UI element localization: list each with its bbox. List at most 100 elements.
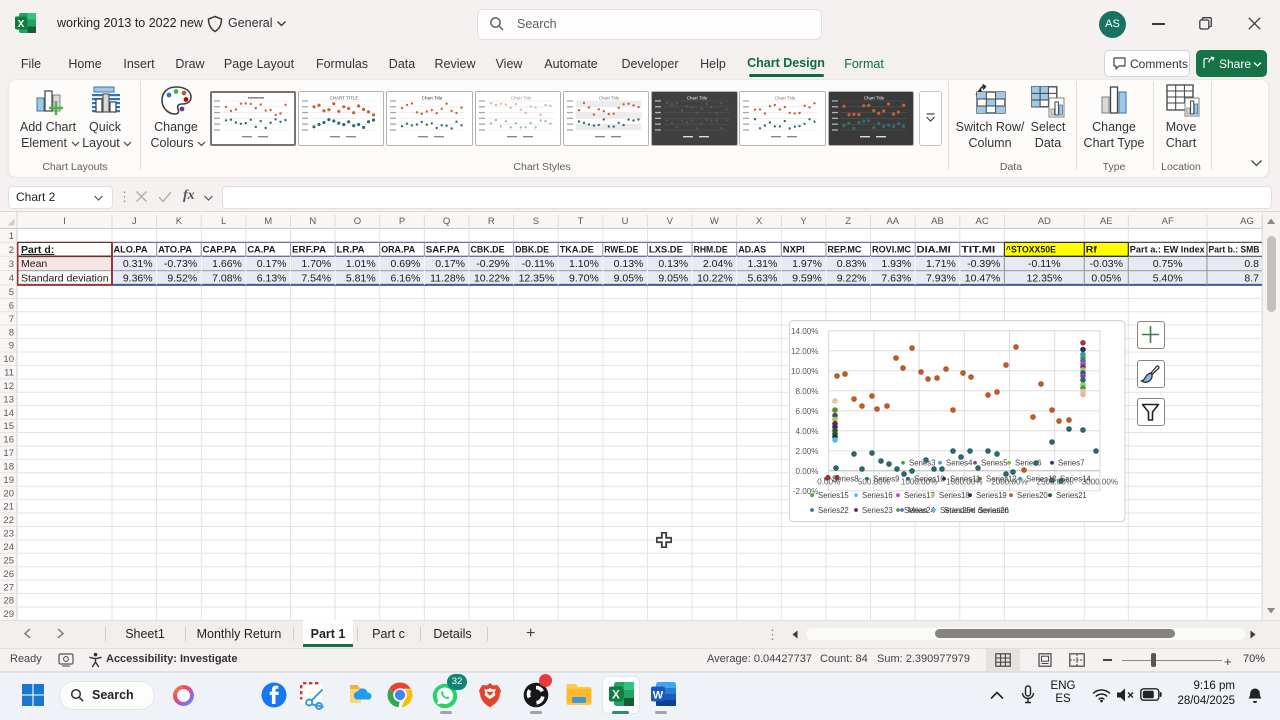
svg-text:TIT.MI: TIT.MI [961, 245, 995, 255]
svg-text:CA.PA: CA.PA [247, 245, 275, 255]
svg-text:AF: AF [1162, 216, 1174, 227]
svg-text:4.00%: 4.00% [796, 427, 819, 436]
svg-text:12.35%: 12.35% [519, 273, 555, 285]
svg-text:X: X [756, 216, 763, 227]
svg-text:9.05%: 9.05% [658, 273, 688, 285]
svg-text:0.17%: 0.17% [257, 258, 287, 270]
svg-text:0.13%: 0.13% [614, 258, 644, 270]
svg-text:23: 23 [3, 529, 14, 540]
svg-text:0.83%: 0.83% [837, 258, 867, 270]
svg-text:-0.39%: -0.39% [967, 258, 1000, 270]
svg-text:Mean: Mean [21, 258, 47, 270]
svg-text:9.36%: 9.36% [123, 273, 153, 285]
svg-text:Chart Title: Chart Title [775, 96, 796, 101]
svg-text:AA: AA [886, 216, 899, 227]
svg-text:11.28%: 11.28% [430, 273, 465, 285]
svg-text:-0.11%: -0.11% [522, 258, 555, 270]
svg-text:AE: AE [1100, 216, 1113, 227]
svg-text:20: 20 [3, 488, 14, 499]
svg-text:AG: AG [1240, 216, 1254, 227]
svg-text:LXS.DE: LXS.DE [649, 245, 683, 255]
svg-text:22: 22 [3, 515, 14, 526]
svg-text:V: V [667, 216, 674, 227]
svg-text:4: 4 [9, 273, 14, 284]
svg-text:8.00%: 8.00% [796, 387, 819, 396]
svg-text:0.00%: 0.00% [796, 467, 819, 476]
svg-text:Series4: Series4 [946, 459, 973, 468]
svg-text:CBK.DE: CBK.DE [471, 245, 505, 255]
svg-text:DIA.MI: DIA.MI [917, 245, 951, 255]
svg-text:X: X [18, 19, 25, 30]
svg-text:Series17: Series17 [904, 491, 935, 500]
svg-text:0.05%: 0.05% [1091, 273, 1121, 285]
svg-text:6.00%: 6.00% [796, 407, 819, 416]
svg-text:Rf: Rf [1086, 245, 1098, 255]
svg-text:14: 14 [3, 408, 14, 419]
svg-text:S: S [533, 216, 539, 227]
svg-text:Series20: Series20 [1017, 491, 1048, 500]
svg-text:1.31%: 1.31% [748, 258, 778, 270]
svg-text:24: 24 [3, 542, 14, 553]
svg-text:-0.73%: -0.73% [164, 258, 197, 270]
svg-text:6.16%: 6.16% [391, 273, 421, 285]
svg-text:-0.03%: -0.03% [1090, 258, 1123, 270]
svg-text:1.97%: 1.97% [792, 258, 822, 270]
svg-text:Z: Z [845, 216, 851, 227]
svg-text:DBK.DE: DBK.DE [515, 245, 549, 255]
svg-text:16: 16 [3, 435, 14, 446]
svg-text:R: R [488, 216, 495, 227]
svg-text:3: 3 [9, 259, 14, 270]
svg-text:10.00%: 10.00% [791, 367, 818, 376]
svg-text:19: 19 [3, 475, 14, 486]
svg-text:AD: AD [1038, 216, 1051, 227]
svg-text:Chart Title: Chart Title [599, 96, 620, 101]
svg-text:LR.PA: LR.PA [337, 245, 365, 255]
svg-text:28: 28 [3, 596, 14, 607]
svg-text:8: 8 [9, 327, 14, 338]
svg-text:O: O [354, 216, 361, 227]
svg-text:ORA.PA: ORA.PA [381, 245, 415, 255]
svg-text:Series21: Series21 [1056, 491, 1087, 500]
svg-text:W: W [653, 690, 664, 702]
svg-text:ATO.PA: ATO.PA [158, 245, 192, 255]
svg-text:Mean: Mean [908, 506, 928, 515]
svg-text:SAF.PA: SAF.PA [426, 245, 460, 255]
svg-text:M: M [264, 216, 272, 227]
svg-text:ROVI.MC: ROVI.MC [872, 245, 911, 255]
svg-text:7.08%: 7.08% [212, 273, 242, 285]
svg-text:L: L [221, 216, 226, 227]
svg-text:26: 26 [3, 569, 14, 580]
svg-text:Series19: Series19 [976, 491, 1007, 500]
svg-text:10.22%: 10.22% [697, 273, 733, 285]
svg-text:I: I [63, 216, 66, 227]
svg-text:17: 17 [3, 448, 14, 459]
svg-text:Y: Y [800, 216, 807, 227]
svg-text:21: 21 [3, 502, 14, 513]
svg-text:CHART TITLE: CHART TITLE [330, 96, 359, 101]
svg-text:10.47%: 10.47% [965, 273, 1001, 285]
svg-text:Series7: Series7 [1058, 459, 1084, 468]
svg-text:1.70%: 1.70% [301, 258, 331, 270]
svg-text:1.71%: 1.71% [926, 258, 956, 270]
svg-text:Series10: Series10 [914, 475, 945, 484]
svg-text:9.59%: 9.59% [792, 273, 822, 285]
svg-text:9.52%: 9.52% [167, 273, 197, 285]
svg-text:9: 9 [9, 341, 14, 352]
svg-text:Chart Title: Chart Title [863, 96, 884, 101]
svg-text:Series18: Series18 [939, 491, 970, 500]
svg-text:0.17%: 0.17% [435, 258, 465, 270]
svg-text:0.75%: 0.75% [1153, 258, 1183, 270]
svg-text:-2.00%: -2.00% [793, 487, 819, 496]
svg-text:9.05%: 9.05% [614, 273, 644, 285]
svg-text:10: 10 [3, 354, 14, 365]
svg-text:7.93%: 7.93% [926, 273, 956, 285]
svg-text:RHM.DE: RHM.DE [694, 245, 728, 255]
svg-text:Q: Q [443, 216, 450, 227]
svg-text:REP.MC: REP.MC [827, 245, 861, 255]
svg-text:-0.11%: -0.11% [1028, 258, 1061, 270]
svg-text:T: T [578, 216, 584, 227]
svg-text:13: 13 [3, 394, 14, 405]
svg-text:RWE.DE: RWE.DE [604, 245, 638, 255]
svg-text:Series9: Series9 [873, 475, 899, 484]
svg-text:J: J [132, 216, 137, 227]
